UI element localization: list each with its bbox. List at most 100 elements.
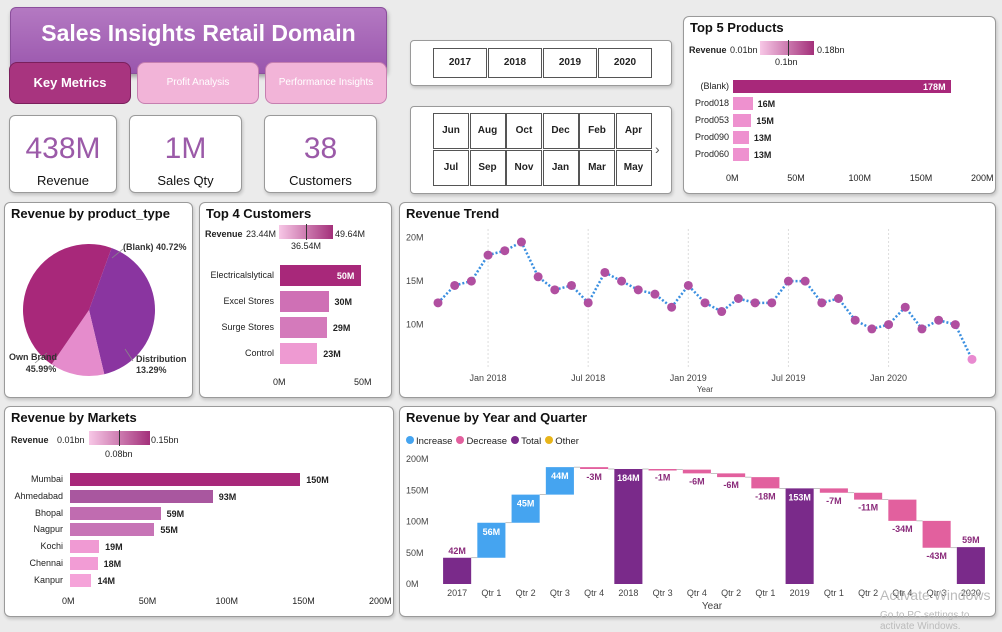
tab-profit-analysis[interactable]: Profit Analysis [137, 62, 259, 104]
x-tick-label: Qtr 2 [721, 588, 741, 598]
trend-point[interactable] [867, 324, 877, 334]
year-option-2017[interactable]: 2017 [433, 48, 487, 78]
market-label: Ahmedabad [14, 490, 63, 501]
trend-point[interactable] [700, 298, 710, 308]
month-option-mar[interactable]: Mar [579, 150, 615, 186]
trend-point[interactable] [450, 280, 460, 290]
year-option-2018[interactable]: 2018 [488, 48, 542, 78]
market-bar[interactable] [70, 523, 155, 537]
waterfall-bar[interactable] [888, 499, 917, 521]
trend-point[interactable] [433, 298, 443, 308]
trend-point[interactable] [934, 315, 944, 325]
revenue-trend-card: Revenue Trend 20M 15M 10M Jan 2018 Jul 2018 J… [399, 202, 996, 398]
trend-point[interactable] [834, 294, 843, 303]
trend-point[interactable] [600, 267, 610, 277]
waterfall-bar[interactable] [819, 488, 848, 493]
trend-point[interactable] [917, 324, 927, 334]
activate-windows-watermark-sub: Go to PC settings to activate Windows. [880, 610, 970, 632]
market-bar[interactable] [70, 473, 301, 486]
trend-point[interactable] [800, 276, 810, 286]
tab-performance-insights[interactable]: Performance Insights [265, 62, 387, 104]
market-bar[interactable] [70, 540, 100, 554]
trend-point[interactable] [817, 298, 827, 308]
trend-point[interactable] [550, 285, 560, 295]
x-tick-label: 2019 [790, 588, 810, 598]
waterfall-value-label: 153M [788, 492, 811, 502]
month-option-jul[interactable]: Jul [433, 150, 469, 186]
customer-bar[interactable] [280, 291, 329, 312]
waterfall-bar[interactable] [854, 492, 883, 500]
product-bar[interactable] [733, 148, 749, 161]
trend-point[interactable] [583, 298, 593, 308]
customer-bar[interactable] [280, 317, 327, 338]
product-bar[interactable] [733, 80, 952, 93]
trend-point[interactable] [516, 237, 526, 247]
trend-point[interactable] [950, 320, 960, 330]
trend-point[interactable] [733, 294, 743, 303]
product-bar[interactable] [733, 131, 749, 144]
tab-key-metrics[interactable]: Key Metrics [9, 62, 131, 104]
customer-bar[interactable] [280, 343, 318, 364]
trend-point[interactable] [750, 298, 760, 308]
waterfall-bar[interactable] [580, 467, 609, 469]
market-bar[interactable] [70, 506, 161, 520]
waterfall-bar[interactable] [648, 469, 677, 471]
waterfall-bar[interactable] [785, 488, 814, 584]
trend-point[interactable] [900, 302, 910, 312]
waterfall-bar[interactable] [751, 477, 780, 489]
x-tick-label: Jul 2018 [571, 373, 605, 383]
card-title: Top 5 Products [690, 20, 784, 35]
trend-point[interactable] [884, 320, 894, 330]
waterfall-bar[interactable] [717, 473, 746, 478]
month-option-jun[interactable]: Jun [433, 113, 469, 149]
market-value-label: 93M [218, 491, 237, 502]
trend-point[interactable] [633, 285, 643, 295]
chevron-right-icon[interactable]: › [655, 141, 660, 157]
product-bar[interactable] [733, 97, 753, 110]
trend-point[interactable] [850, 315, 860, 325]
trend-point[interactable] [533, 272, 543, 282]
trend-point[interactable] [650, 289, 660, 299]
trend-point[interactable] [783, 276, 793, 286]
month-option-nov[interactable]: Nov [506, 150, 542, 186]
waterfall-bar[interactable] [922, 520, 951, 548]
x-tick-label: Jan 2018 [470, 373, 507, 383]
market-bar[interactable] [70, 557, 98, 570]
market-bar[interactable] [70, 573, 92, 587]
trend-point[interactable] [500, 246, 510, 256]
kpi-value: 438M [25, 132, 101, 165]
waterfall-value-label: -3M [586, 472, 602, 482]
month-option-feb[interactable]: Feb [579, 113, 615, 149]
product-bar[interactable] [733, 114, 752, 127]
trend-point[interactable] [466, 276, 476, 286]
x-tick-label: 100M [215, 596, 239, 606]
waterfall-value-label: -6M [723, 480, 739, 490]
month-option-sep[interactable]: Sep [469, 150, 506, 186]
month-option-dec[interactable]: Dec [542, 113, 579, 149]
month-option-jan[interactable]: Jan [542, 150, 579, 186]
trend-point[interactable] [967, 354, 977, 364]
trend-point[interactable] [567, 280, 576, 290]
trend-point[interactable] [483, 250, 493, 260]
waterfall-bar[interactable] [956, 547, 985, 584]
trend-point[interactable] [767, 298, 777, 308]
year-option-2019[interactable]: 2019 [543, 48, 597, 78]
y-tick-label: 200M [406, 454, 429, 464]
waterfall-card: Revenue by Year and Quarter Increase Decr… [399, 406, 996, 617]
year-option-2020[interactable]: 2020 [598, 48, 652, 78]
trend-point[interactable] [717, 307, 727, 317]
month-option-apr[interactable]: Apr [615, 113, 652, 149]
waterfall-bar[interactable] [443, 557, 472, 584]
waterfall-bar[interactable] [614, 469, 643, 584]
waterfall-bar[interactable] [682, 469, 711, 474]
year-slicer: 2017 2018 2019 2020 [410, 40, 672, 86]
trend-point[interactable] [683, 280, 693, 290]
trend-point[interactable] [667, 302, 677, 312]
market-value-label: 150M [306, 475, 329, 485]
trend-point[interactable] [617, 276, 627, 286]
month-option-oct[interactable]: Oct [506, 113, 542, 149]
month-option-may[interactable]: May [615, 150, 652, 186]
market-bar[interactable] [70, 489, 213, 503]
pie-slice-label: 13.29% [136, 365, 167, 375]
month-option-aug[interactable]: Aug [469, 113, 506, 149]
